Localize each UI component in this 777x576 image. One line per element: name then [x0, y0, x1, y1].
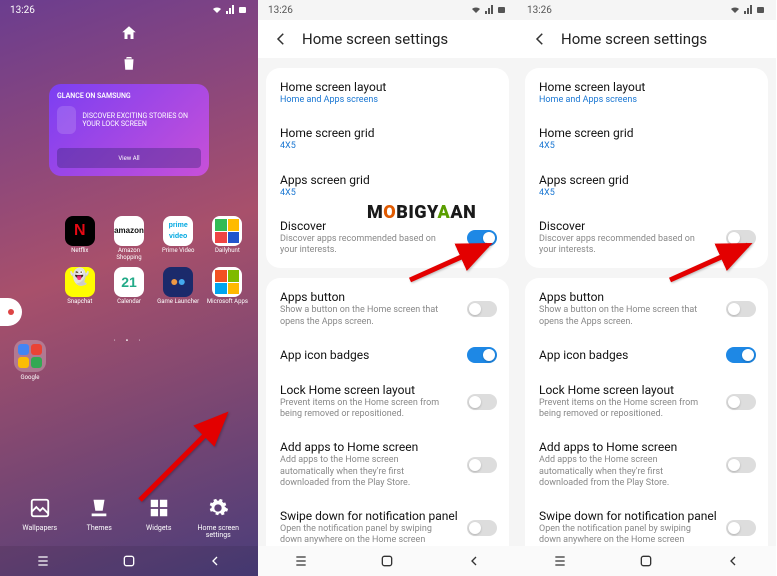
battery-icon	[238, 5, 248, 15]
app-row-1: NNetflix amazonAmazon Shopping primevide…	[0, 216, 258, 261]
row-badges[interactable]: App icon badges	[525, 338, 768, 373]
row-add-apps[interactable]: Add apps to Home screenAdd apps to the H…	[266, 430, 509, 499]
home-editor-panel: 13:26 GLANCE ON SAMSUNG DISCOVER EXCITIN…	[0, 0, 258, 576]
nav-bar	[258, 546, 517, 576]
discover-toggle[interactable]	[467, 230, 497, 246]
wifi-icon	[212, 5, 222, 15]
home-button[interactable]	[121, 553, 137, 569]
home-settings-button[interactable]: Home screen settings	[194, 497, 242, 540]
lock-toggle[interactable]	[726, 394, 756, 410]
back-button[interactable]	[207, 553, 223, 569]
bottom-actions: Wallpapers Themes Widgets Home screen se…	[0, 497, 258, 540]
recents-button[interactable]	[552, 553, 568, 569]
home-icon	[0, 20, 258, 54]
recents-button[interactable]	[35, 553, 51, 569]
app-amazon[interactable]: amazonAmazon Shopping	[106, 216, 151, 261]
apps-button-toggle[interactable]	[467, 301, 497, 317]
row-home-grid[interactable]: Home screen grid4X5	[266, 116, 509, 162]
discover-toggle[interactable]	[726, 230, 756, 246]
badges-toggle[interactable]	[726, 347, 756, 363]
back-icon[interactable]	[531, 30, 549, 48]
row-lock-layout[interactable]: Lock Home screen layoutPrevent items on …	[266, 373, 509, 431]
status-time: 13:26	[10, 5, 35, 16]
app-gamelauncher[interactable]: Game Launcher	[156, 267, 201, 306]
app-row-2: 👻Snapchat 21Calendar Game Launcher Micro…	[0, 267, 258, 306]
status-icons	[471, 5, 507, 15]
battery-icon	[756, 5, 766, 15]
app-calendar[interactable]: 21Calendar	[106, 267, 151, 306]
row-layout[interactable]: Home screen layoutHome and Apps screens	[266, 70, 509, 116]
settings-group-2: Apps buttonShow a button on the Home scr…	[525, 278, 768, 558]
settings-panel-on: 13:26 Home screen settings Home screen l…	[258, 0, 517, 576]
battery-icon	[497, 5, 507, 15]
row-layout[interactable]: Home screen layoutHome and Apps screens	[525, 70, 768, 116]
status-icons	[212, 5, 248, 15]
add-toggle[interactable]	[726, 457, 756, 473]
app-netflix[interactable]: NNetflix	[57, 216, 102, 261]
back-button[interactable]	[466, 553, 482, 569]
swipe-toggle[interactable]	[467, 520, 497, 536]
settings-group-2: Apps buttonShow a button on the Home scr…	[266, 278, 509, 558]
widgets-button[interactable]: Widgets	[135, 497, 183, 540]
home-button[interactable]	[638, 553, 654, 569]
row-apps-grid[interactable]: Apps screen grid4X5	[525, 163, 768, 209]
page-title: Home screen settings	[561, 30, 707, 48]
add-toggle[interactable]	[467, 457, 497, 473]
signal-icon	[484, 5, 494, 15]
app-folder-google[interactable]	[14, 340, 46, 372]
recents-button[interactable]	[293, 553, 309, 569]
nav-bar	[0, 546, 258, 576]
app-prime[interactable]: primevideoPrime Video	[156, 216, 201, 261]
folder-label: Google	[14, 374, 46, 381]
signal-icon	[225, 5, 235, 15]
settings-group-1: Home screen layoutHome and Apps screens …	[266, 68, 509, 268]
row-home-grid[interactable]: Home screen grid4X5	[525, 116, 768, 162]
row-badges[interactable]: App icon badges	[266, 338, 509, 373]
lock-toggle[interactable]	[467, 394, 497, 410]
settings-group-1: Home screen layoutHome and Apps screens …	[525, 68, 768, 268]
header: Home screen settings	[258, 20, 517, 58]
app-snapchat[interactable]: 👻Snapchat	[57, 267, 102, 306]
app-dailyhunt[interactable]: Dailyhunt	[205, 216, 250, 261]
header: Home screen settings	[517, 20, 776, 58]
swipe-toggle[interactable]	[726, 520, 756, 536]
glance-viewall[interactable]: View All	[57, 148, 201, 168]
status-time: 13:26	[268, 5, 293, 16]
app-msapps[interactable]: Microsoft Apps	[205, 267, 250, 306]
status-bar: 13:26	[517, 0, 776, 20]
apps-button-toggle[interactable]	[726, 301, 756, 317]
row-apps-grid[interactable]: Apps screen grid4X5	[266, 163, 509, 209]
wallpapers-button[interactable]: Wallpapers	[16, 497, 64, 540]
settings-panel-off: 13:26 Home screen settings Home screen l…	[517, 0, 776, 576]
home-page-preview[interactable]: GLANCE ON SAMSUNG DISCOVER EXCITING STOR…	[49, 84, 209, 176]
wifi-icon	[471, 5, 481, 15]
glance-text: DISCOVER EXCITING STORIES ON YOUR LOCK S…	[82, 112, 201, 129]
edge-handle[interactable]	[0, 298, 22, 326]
home-button[interactable]	[379, 553, 395, 569]
nav-bar	[517, 546, 776, 576]
themes-button[interactable]: Themes	[75, 497, 123, 540]
badges-toggle[interactable]	[467, 347, 497, 363]
row-add-apps[interactable]: Add apps to Home screenAdd apps to the H…	[525, 430, 768, 499]
glance-title: GLANCE ON SAMSUNG	[57, 92, 201, 100]
back-icon[interactable]	[272, 30, 290, 48]
signal-icon	[743, 5, 753, 15]
status-time: 13:26	[527, 5, 552, 16]
status-bar: 13:26	[258, 0, 517, 20]
page-title: Home screen settings	[302, 30, 448, 48]
row-apps-button[interactable]: Apps buttonShow a button on the Home scr…	[266, 280, 509, 338]
wifi-icon	[730, 5, 740, 15]
glance-thumb	[57, 106, 76, 134]
trash-button[interactable]	[12, 54, 246, 76]
row-discover[interactable]: DiscoverDiscover apps recommended based …	[266, 209, 509, 267]
row-discover[interactable]: DiscoverDiscover apps recommended based …	[525, 209, 768, 267]
status-bar: 13:26	[0, 0, 258, 20]
back-button[interactable]	[725, 553, 741, 569]
status-icons	[730, 5, 766, 15]
row-apps-button[interactable]: Apps buttonShow a button on the Home scr…	[525, 280, 768, 338]
row-lock-layout[interactable]: Lock Home screen layoutPrevent items on …	[525, 373, 768, 431]
